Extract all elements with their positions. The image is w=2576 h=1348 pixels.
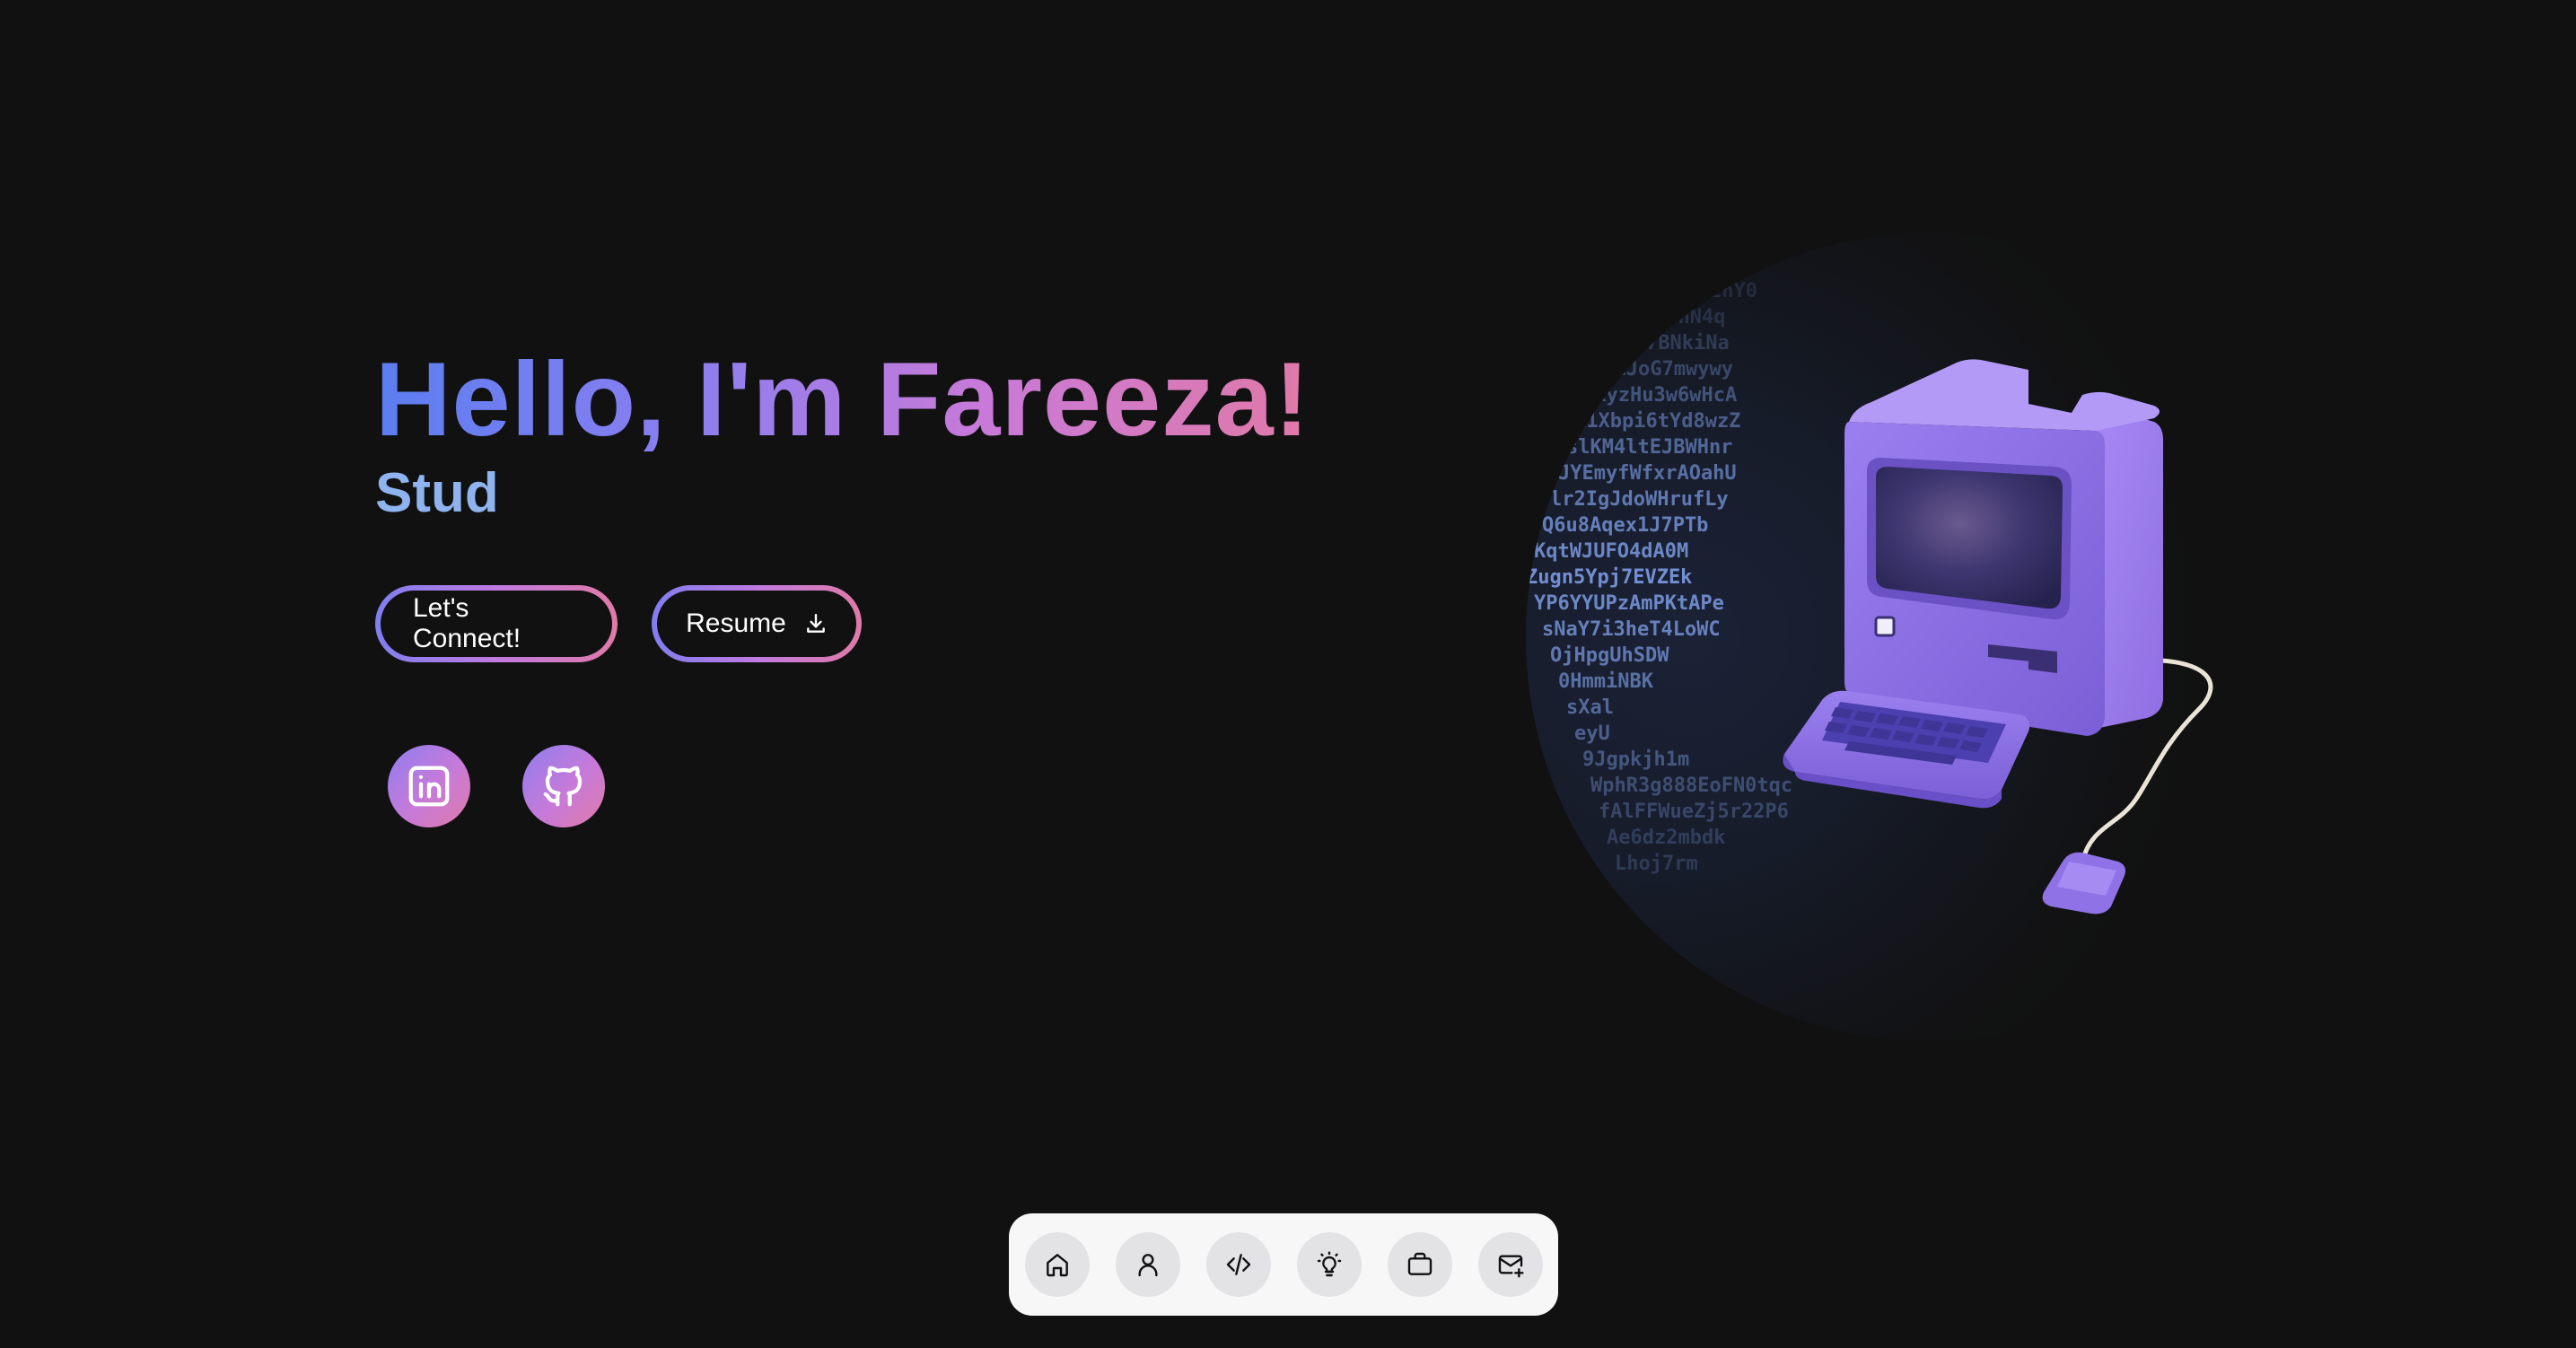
connect-button-label: Let's Connect! [413,593,521,653]
user-icon [1137,1254,1158,1277]
connect-button-content: Let's Connect! [413,593,580,654]
download-icon [807,614,825,633]
hero-subtitle: Stud [375,462,499,524]
hero-illustration: xK2sZBP1zhY0eFJtJvhN4qORam7BNkiNa9rMJoG7… [1526,233,2334,1041]
home-icon [1046,1254,1068,1277]
page: Hello, I'm Fareeza! Stud Let's Connect! … [0,0,2576,1348]
dock-home-button[interactable] [1024,1232,1090,1297]
cta-row: Let's Connect! Resume [375,585,1542,662]
retro-computer-illustration [1783,359,2213,915]
hero-section: Hello, I'm Fareeza! Stud Let's Connect! … [375,341,1542,827]
power-indicator [1874,616,1896,637]
github-icon [543,766,583,807]
social-links [388,745,1542,827]
dock-about-button[interactable] [1115,1232,1180,1297]
dock-nav [1009,1213,1558,1316]
linkedin-button[interactable] [388,745,470,827]
github-button[interactable] [522,745,605,827]
resume-button[interactable]: Resume [652,585,862,662]
linkedin-icon [408,766,450,807]
dock-experience-button[interactable] [1387,1232,1452,1297]
screen [1876,467,2063,609]
dock-contact-button[interactable] [1477,1232,1543,1297]
dock-projects-button[interactable] [1205,1232,1271,1297]
connect-button[interactable]: Let's Connect! [375,585,618,662]
hero-title: Hello, I'm Fareeza! [375,340,1310,458]
mail-icon [1498,1255,1524,1278]
resume-button-content: Resume [686,608,828,639]
monitor-top [1849,359,2160,431]
lightbulb-icon [1317,1251,1341,1277]
dock-skills-button[interactable] [1296,1232,1362,1297]
briefcase-icon [1407,1252,1432,1275]
code-icon [1226,1254,1250,1275]
resume-button-label: Resume [686,608,786,638]
